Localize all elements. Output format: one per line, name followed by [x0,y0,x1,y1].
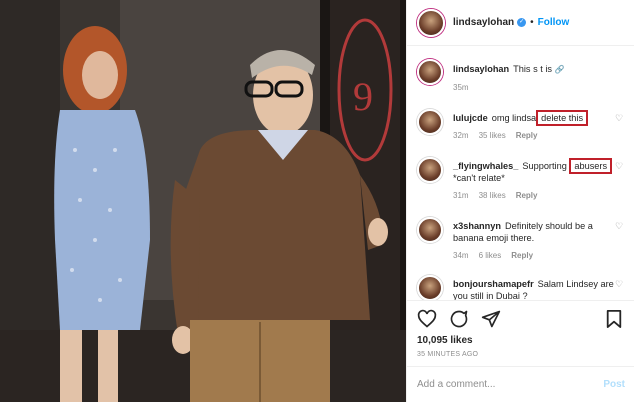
comment-like-heart-icon[interactable]: ♡ [615,279,625,289]
post-timestamp[interactable]: 35 MINUTES AGO [417,351,478,358]
highlighted-text: abusers [569,158,613,174]
likes-count[interactable]: 10,095 likes [417,335,473,346]
comment-username[interactable]: bonjourshamapefr [453,279,534,289]
post-header: lindsaylohan ✓ • Follow [407,0,634,46]
caption-text: This s t is [513,64,555,74]
post-comment-button[interactable]: Post [603,379,625,390]
photo-illustration: 9 [0,0,406,402]
comment-body: lulujcde omg lindsa delete this 32m 35 like… [453,110,621,142]
share-paper-plane-icon[interactable] [481,309,501,329]
caption-time: 35m [453,83,469,92]
caption-username[interactable]: lindsaylohan [453,64,509,74]
comment-body: _flyingwhales_ Supporting abusers *can't … [453,158,621,202]
link-icon: 🔗 [554,65,565,74]
verified-badge-icon: ✓ [517,18,527,27]
post-photo[interactable]: 9 [0,0,406,402]
comment-text-continued: *can't relate* [453,173,505,183]
comment-body: x3shannyn Definitely should be a banana e… [453,220,621,262]
comment-time: 34m [453,251,469,260]
caption-body: lindsaylohan This s t is 🔗 35m [453,63,621,94]
comment-avatar[interactable] [417,217,443,243]
author-username[interactable]: lindsaylohan [453,17,514,28]
follow-button[interactable]: Follow [538,17,570,28]
caption-meta: 35m [453,82,621,94]
save-bookmark-icon[interactable] [605,309,623,329]
comment-likes[interactable]: 35 likes [479,131,506,140]
comment-time: 32m [453,131,469,140]
author-avatar[interactable] [417,8,445,37]
like-heart-icon[interactable] [417,309,437,329]
instagram-post: 9 lindsaylohan ✓ • Follow lindsaylohan T… [0,0,634,402]
comment-avatar[interactable] [417,109,443,135]
comment-time: 31m [453,191,469,200]
comment-meta: 31m 38 likes Reply [453,190,621,202]
reply-button[interactable]: Reply [516,131,538,140]
comment-like-heart-icon[interactable]: ♡ [615,161,625,171]
comment-meta: 34m 6 likes Reply [453,250,621,262]
comment-avatar[interactable] [417,275,443,300]
comment-username[interactable]: lulujcde [453,113,488,123]
comment-body: bonjourshamapefr Salam Lindsey are you st… [453,278,621,300]
comment-avatar[interactable] [417,157,443,183]
caption-avatar[interactable] [417,59,443,85]
highlighted-text: delete this [536,110,589,126]
action-icons [417,309,501,329]
add-comment-input[interactable]: Add a comment... [417,379,603,390]
post-side-panel: lindsaylohan ✓ • Follow lindsaylohan This… [406,0,634,402]
comment-like-heart-icon[interactable]: ♡ [615,113,625,123]
comment-likes[interactable]: 38 likes [479,191,506,200]
comment-bubble-icon[interactable] [449,309,469,329]
comment-like-heart-icon[interactable]: ♡ [615,221,625,231]
comment-text: omg lindsa [491,113,537,123]
comment-text: Supporting [522,161,570,171]
comment-username[interactable]: _flyingwhales_ [453,161,518,171]
svg-text:9: 9 [353,74,373,119]
comments-list[interactable]: lindsaylohan This s t is 🔗 35m lulujcde om… [407,47,634,300]
add-comment-bar: Add a comment... Post [407,366,634,402]
reply-button[interactable]: Reply [511,251,533,260]
comment-username[interactable]: x3shannyn [453,221,501,231]
reply-button[interactable]: Reply [516,191,538,200]
comment-likes[interactable]: 6 likes [479,251,502,260]
separator-dot: • [530,17,534,28]
comment-meta: 32m 35 likes Reply [453,130,621,142]
